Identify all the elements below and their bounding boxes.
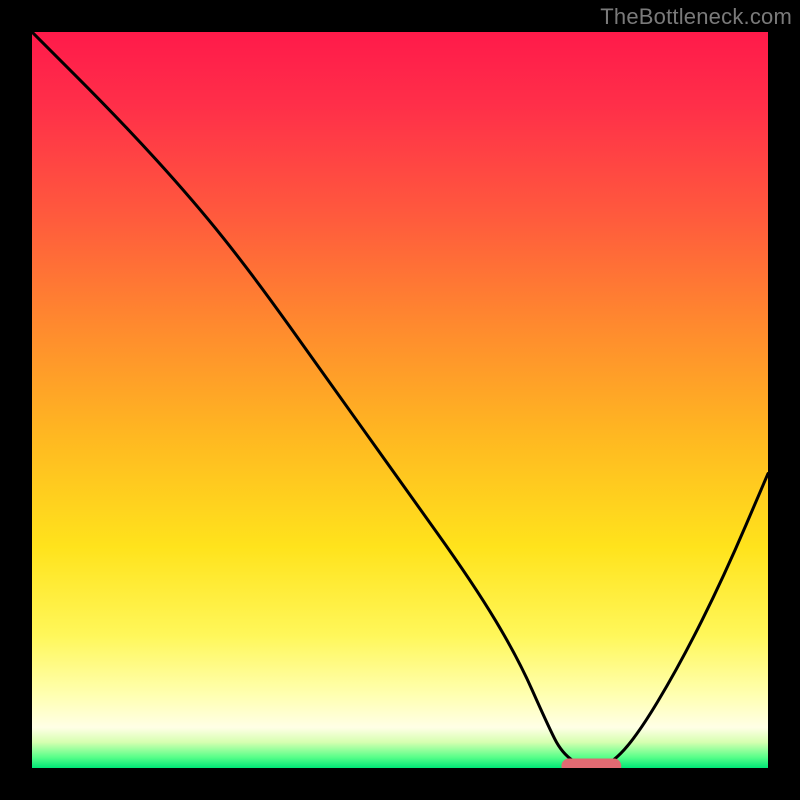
gradient-background bbox=[32, 32, 768, 768]
chart-frame: TheBottleneck.com bbox=[0, 0, 800, 800]
plot-area bbox=[32, 32, 768, 768]
watermark-text: TheBottleneck.com bbox=[600, 4, 792, 30]
chart-svg bbox=[32, 32, 768, 768]
optimum-marker bbox=[562, 759, 621, 768]
